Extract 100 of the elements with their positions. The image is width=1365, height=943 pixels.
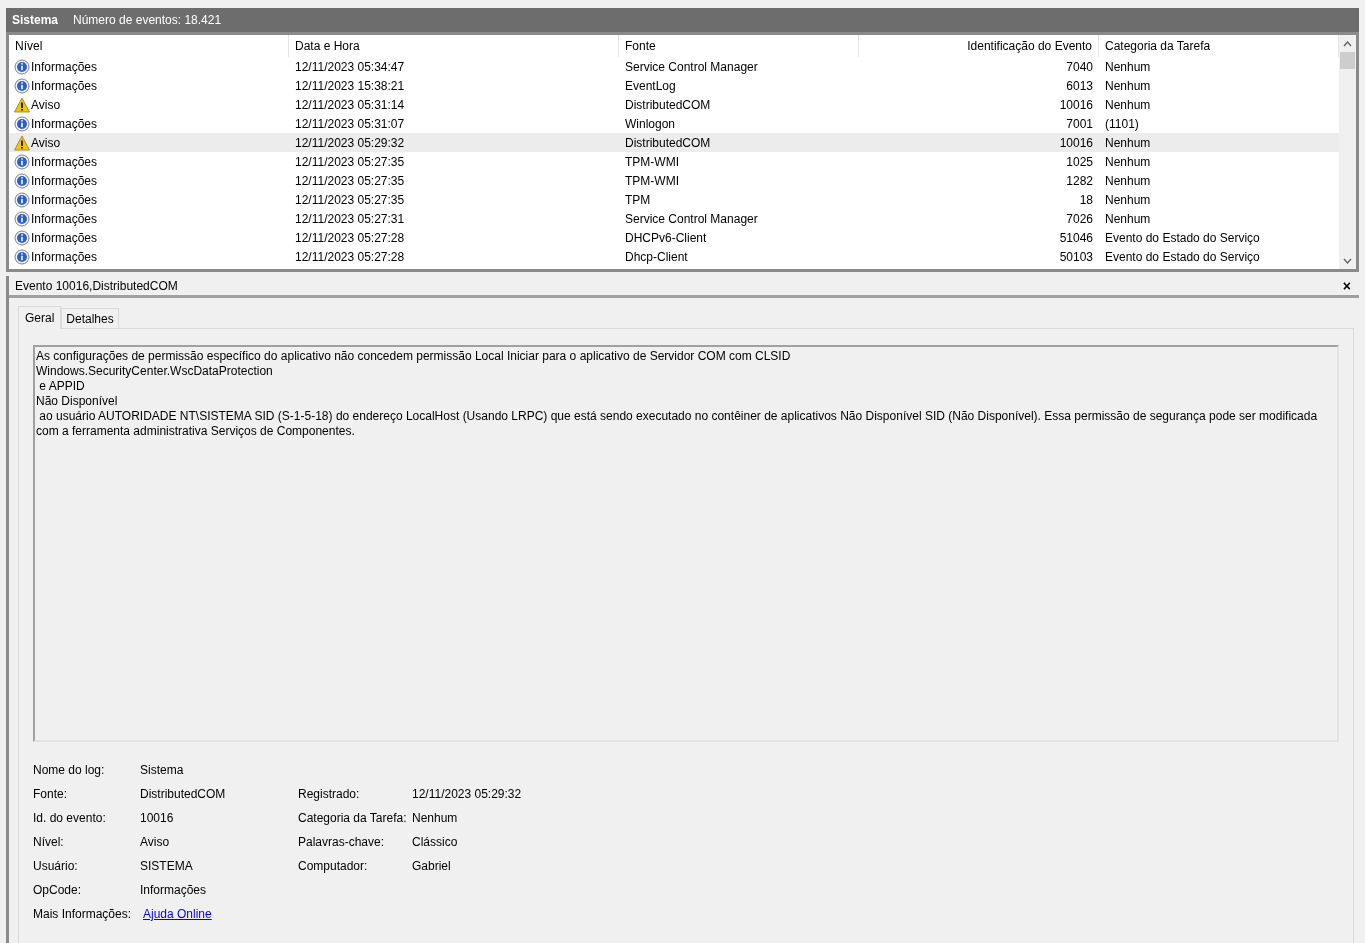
property-value: Aviso: [140, 835, 170, 849]
category-cell-text: Nenhum: [1104, 134, 1152, 152]
source-cell-text: Service Control Manager: [624, 210, 759, 228]
category-cell-text: (1101): [1104, 115, 1140, 133]
date-cell-text: 12/11/2023 05:27:35: [294, 191, 406, 209]
level-cell-text: Informações: [31, 153, 98, 171]
level-cell-text: Informações: [31, 191, 98, 209]
source-cell-text: TPM-WMI: [624, 172, 680, 190]
scroll-down-icon[interactable]: [1343, 258, 1352, 264]
category-cell-text: Nenhum: [1104, 210, 1152, 228]
level-cell-text: Informações: [31, 229, 98, 247]
event-count: Número de eventos: 18.421: [73, 12, 222, 29]
info-icon: [14, 58, 30, 75]
category-cell-text: Nenhum: [1104, 153, 1152, 171]
source-cell-text: EventLog: [624, 77, 677, 95]
event-id-cell-text: 7040: [1065, 58, 1094, 76]
category-cell-text: Nenhum: [1104, 172, 1152, 190]
level-cell-text: Aviso: [31, 96, 61, 114]
property-value: DistributedCOM: [140, 787, 226, 801]
tab[interactable]: Detalhes: [61, 308, 119, 328]
level-cell-text: Aviso: [31, 134, 61, 152]
date-cell-text: 12/11/2023 05:31:14: [294, 96, 406, 114]
date-cell-text: 12/11/2023 15:38:21: [294, 77, 406, 95]
level-cell-text: Informações: [31, 77, 98, 95]
level-cell-text: Informações: [31, 115, 98, 133]
property-label: Nível:: [33, 835, 64, 849]
property-label: Mais Informações:: [33, 907, 132, 921]
event-id-cell-text: 1282: [1065, 172, 1094, 190]
date-cell-text: 12/11/2023 05:27:28: [294, 229, 406, 247]
date-cell-text: 12/11/2023 05:27:31: [294, 210, 406, 228]
event-id-cell-text: 7026: [1065, 210, 1094, 228]
event-description: As configurações de permissão específico do aplicativo não concedem permissão Local Iniciar para o aplicativo de Servidor COM com CLSID Windows.SecurityCenter.WscDataProtection e APPID Não Disponível ao usuário AUTORIDADE NT\SISTEMA SID (S-1-5-18) do endereço LocalHost (Usando LRPC) que está sendo executado no contêiner de aplicativos Não Disponível SID (Não Disponível). Essa permissão de segurança pode ser modificada com a ferramenta administrativa Serviços de Componentes.: [33, 345, 1339, 742]
online-help-link[interactable]: Ajuda Online: [143, 907, 212, 921]
date-cell-text: 12/11/2023 05:31:07: [294, 115, 406, 133]
property-label: Computador:: [298, 859, 368, 873]
property-label: Usuário:: [33, 859, 78, 873]
info-icon: [14, 77, 30, 94]
category-cell-text: Nenhum: [1104, 96, 1152, 114]
property-label: Palavras-chave:: [298, 835, 385, 849]
date-cell-text: 12/11/2023 05:29:32: [294, 134, 406, 152]
property-label: OpCode:: [33, 883, 82, 897]
date-cell-text: 12/11/2023 05:34:47: [294, 58, 406, 76]
property-label: Id. do evento:: [33, 811, 106, 825]
source-cell-text: Winlogon: [624, 115, 677, 133]
warning-icon: [14, 134, 30, 151]
event-row[interactable]: Aviso 12/11/2023 05:29:32 DistributedCOM 10016 Nenhum: [9, 133, 1339, 152]
level-cell-text: Informações: [31, 58, 98, 76]
category-cell-text: Nenhum: [1104, 77, 1152, 95]
info-icon: [14, 191, 30, 208]
event-title: Evento 10016,DistributedCOM: [15, 277, 178, 295]
category-cell-text: Nenhum: [1104, 58, 1152, 76]
info-icon: [14, 115, 30, 132]
level-cell-text: Informações: [31, 172, 98, 190]
source-cell-text: TPM-WMI: [624, 153, 680, 171]
property-value: Clássico: [412, 834, 458, 851]
property-label: Registrado:: [298, 787, 360, 801]
level-cell-text: Informações: [31, 248, 98, 266]
scrollbar-thumb[interactable]: [1340, 52, 1355, 69]
log-name: Sistema: [12, 12, 59, 29]
event-id-cell-text: 1025: [1065, 153, 1094, 171]
property-value: Nenhum: [412, 810, 458, 827]
property-label: Nome do log:: [33, 763, 105, 777]
category-cell-text: Evento do Estado do Serviço: [1104, 229, 1261, 247]
tab[interactable]: Geral: [18, 306, 62, 329]
property-label: Fonte:: [33, 787, 68, 801]
info-icon: [14, 172, 30, 189]
event-id-cell-text: 10016: [1058, 96, 1094, 114]
source-cell-text: DHCPv6-Client: [624, 229, 708, 247]
date-cell-text: 12/11/2023 05:27:35: [294, 153, 406, 171]
source-cell-text: Dhcp-Client: [624, 248, 689, 266]
property-value: Sistema: [140, 763, 184, 777]
info-icon: [14, 153, 30, 170]
property-value: Gabriel: [412, 858, 451, 875]
property-value: 12/11/2023 05:29:32: [412, 786, 522, 803]
source-cell-text: TPM: [624, 191, 652, 209]
level-cell-text: Informações: [31, 210, 98, 228]
date-cell-text: 12/11/2023 05:27:35: [294, 172, 406, 190]
source-cell-text: DistributedCOM: [624, 96, 712, 114]
property-value: SISTEMA: [140, 859, 193, 873]
category-cell-text: Evento do Estado do Serviço: [1104, 248, 1261, 266]
event-id-cell-text: 50103: [1058, 248, 1094, 266]
info-icon: [14, 248, 30, 265]
scrollbar[interactable]: [1339, 35, 1356, 269]
source-cell-text: Service Control Manager: [624, 58, 759, 76]
info-icon: [14, 210, 30, 227]
source-cell-text: DistributedCOM: [624, 134, 712, 152]
property-value: 10016: [140, 811, 174, 825]
close-button[interactable]: ×: [1340, 278, 1353, 293]
event-id-cell-text: 10016: [1058, 134, 1094, 152]
event-id-cell-text: 6013: [1065, 77, 1094, 95]
property-value: Informações: [140, 883, 207, 897]
event-id-cell-text: 18: [1078, 191, 1094, 209]
category-cell-text: Nenhum: [1104, 191, 1152, 209]
event-id-cell-text: 51046: [1058, 229, 1094, 247]
scroll-up-icon[interactable]: [1343, 41, 1352, 47]
warning-icon: [14, 96, 30, 113]
info-icon: [14, 229, 30, 246]
event-id-cell-text: 7001: [1065, 115, 1094, 133]
property-label: Categoria da Tarefa:: [298, 811, 407, 825]
date-cell-text: 12/11/2023 05:27:28: [294, 248, 406, 266]
